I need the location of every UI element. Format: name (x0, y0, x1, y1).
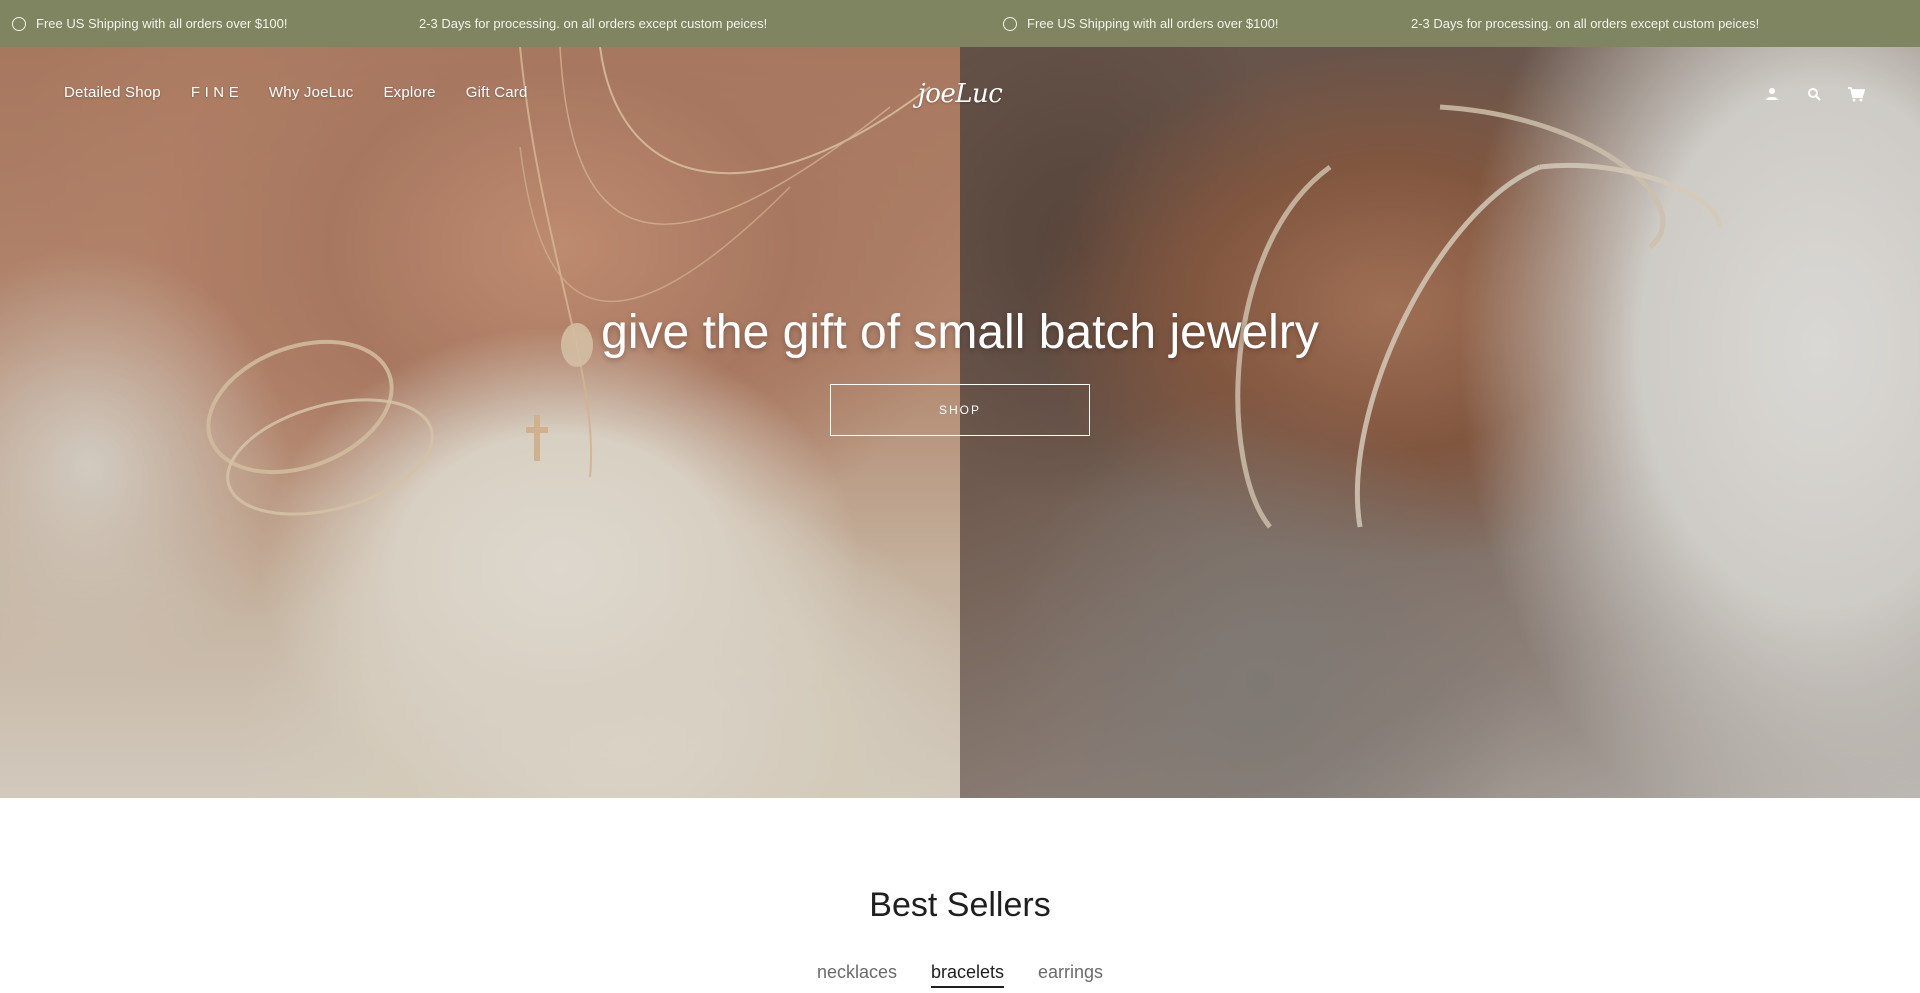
tab-earrings[interactable]: earrings (1038, 962, 1103, 988)
announcement-text: Free US Shipping with all orders over $1… (36, 16, 288, 31)
best-sellers-title: Best Sellers (869, 886, 1051, 924)
announcement-item: 2-3 Days for processing. on all orders e… (419, 0, 767, 47)
circle-icon (12, 16, 26, 31)
shop-button[interactable]: SHOP (830, 384, 1090, 436)
best-sellers-tabs: necklaces bracelets earrings (0, 962, 1920, 988)
tab-necklaces[interactable]: necklaces (817, 962, 897, 988)
header-icons (1762, 84, 1866, 104)
announcement-text: 2-3 Days for processing. on all orders e… (1411, 16, 1760, 31)
nav-detailed-shop[interactable]: Detailed Shop (64, 84, 161, 101)
nav-why-joeluc[interactable]: Why JoeLuc (269, 84, 354, 101)
site-logo[interactable]: joeLuc (914, 74, 1006, 122)
announcement-bar: Free US Shipping with all orders over $1… (0, 0, 1920, 47)
announcement-item: Free US Shipping with all orders over $1… (1003, 0, 1278, 47)
account-icon[interactable] (1762, 84, 1782, 104)
main-nav: Detailed Shop F I N E Why JoeLuc Explore… (64, 84, 558, 101)
announcement-text: Free US Shipping with all orders over $1… (1027, 16, 1279, 31)
nav-gift-card[interactable]: Gift Card (466, 84, 528, 101)
tab-bracelets[interactable]: bracelets (930, 962, 1005, 988)
announcement-item: 2-3 Days for processing. on all orders e… (1411, 0, 1759, 47)
announcement-item: Free US Shipping with all orders over $1… (12, 0, 287, 47)
circle-icon (1003, 16, 1017, 31)
cart-icon[interactable] (1846, 84, 1866, 104)
hero-title: give the gift of small batch jewelry (601, 306, 1319, 359)
search-icon[interactable] (1804, 84, 1824, 104)
announcement-text: 2-3 Days for processing. on all orders e… (419, 16, 768, 31)
nav-explore[interactable]: Explore (383, 84, 435, 101)
nav-fine[interactable]: F I N E (191, 84, 239, 101)
